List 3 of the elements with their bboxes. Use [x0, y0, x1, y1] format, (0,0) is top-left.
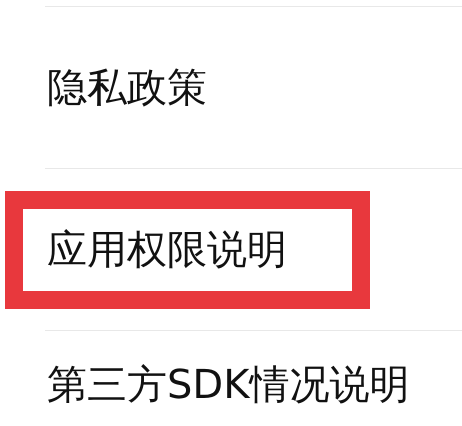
menu-item[interactable]: 隐私政策: [45, 64, 207, 112]
menu-item[interactable]: 第三方SDK情况说明: [45, 361, 410, 409]
menu-item[interactable]: 应用权限说明: [45, 226, 287, 274]
